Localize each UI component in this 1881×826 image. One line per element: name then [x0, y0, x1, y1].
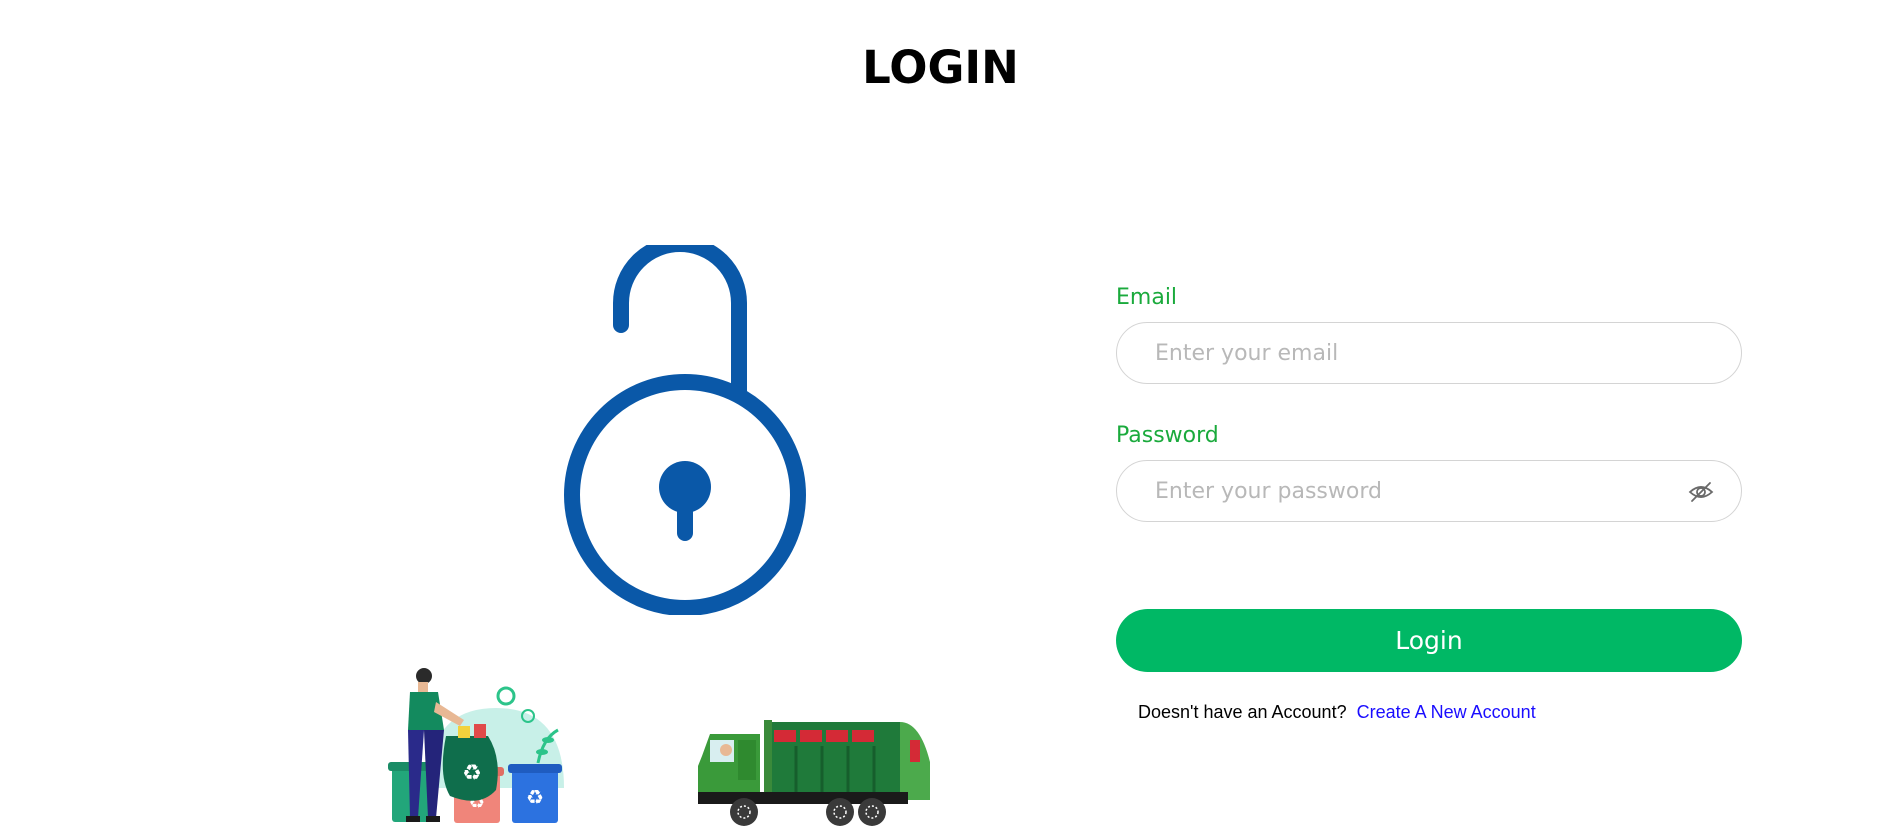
password-label: Password [1116, 423, 1219, 448]
password-input[interactable] [1155, 461, 1675, 521]
unlocked-padlock-icon [555, 236, 815, 616]
svg-text:♻: ♻ [462, 761, 482, 786]
email-label: Email [1116, 285, 1178, 310]
email-group: Email [1116, 282, 1742, 384]
login-form: Email Password Login Doesn't have an [1116, 282, 1742, 724]
signup-prompt: Doesn't have an Account? [1138, 702, 1347, 722]
create-account-link[interactable]: Create A New Account [1357, 702, 1536, 722]
email-input[interactable] [1155, 323, 1675, 383]
login-page: LOGIN ♻ ♻ ♻ Email Enter your email Passw… [0, 0, 1881, 826]
eye-slash-icon[interactable] [1687, 478, 1715, 506]
garbage-truck-illustration [698, 710, 932, 826]
login-button[interactable]: Login [1116, 609, 1742, 672]
signup-row: Doesn't have an Account? Create A New Acc… [1116, 700, 1742, 724]
email-input-wrapper [1116, 322, 1742, 384]
password-input-wrapper [1116, 460, 1742, 522]
page-title: LOGIN [862, 41, 1019, 94]
svg-text:♻: ♻ [526, 785, 544, 809]
recycling-bins-illustration: ♻ ♻ ♻ [388, 668, 568, 826]
password-group: Password [1116, 420, 1742, 522]
